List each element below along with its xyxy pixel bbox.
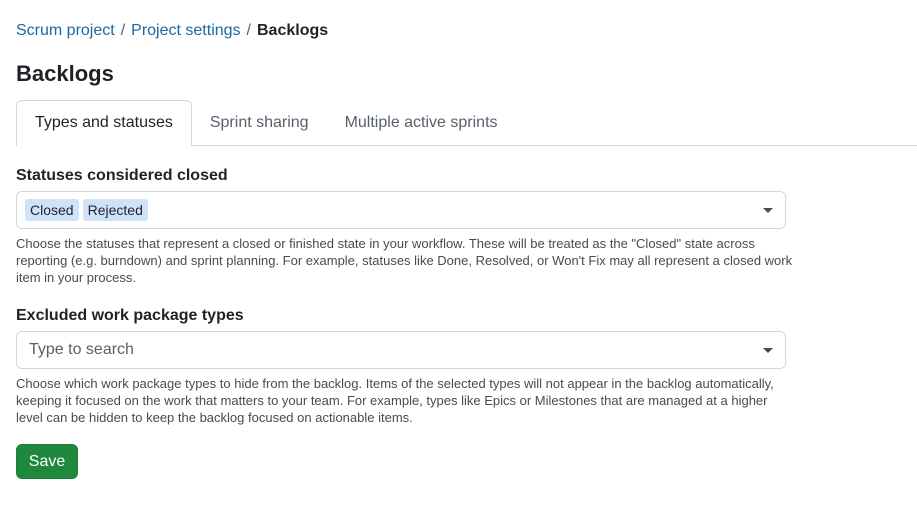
closed-statuses-help: Choose the statuses that represent a clo…	[16, 236, 793, 285]
breadcrumb: Scrum project / Project settings / Backlogs	[16, 21, 328, 41]
page-title: Backlogs	[16, 61, 114, 86]
save-button[interactable]: Save	[16, 444, 78, 479]
status-chip-rejected[interactable]: Rejected	[82, 199, 148, 221]
chevron-down-icon[interactable]	[763, 348, 773, 353]
chevron-down-icon[interactable]	[763, 208, 773, 213]
breadcrumb-project-link[interactable]: Scrum project	[16, 22, 115, 39]
breadcrumb-separator: /	[246, 22, 251, 39]
tab-sprint-sharing[interactable]: Sprint sharing	[192, 101, 327, 145]
excluded-types-search-input[interactable]: Type to search	[25, 341, 134, 359]
tab-bar: Types and statuses Sprint sharing Multip…	[16, 100, 917, 146]
breadcrumb-separator: /	[120, 22, 126, 39]
closed-statuses-select[interactable]: Closed Rejected	[16, 191, 786, 229]
tab-types-and-statuses[interactable]: Types and statuses	[16, 100, 192, 146]
excluded-types-help: Choose which work package types to hide …	[16, 376, 774, 425]
breadcrumb-current: Backlogs	[257, 22, 329, 39]
status-chip-closed[interactable]: Closed	[25, 199, 79, 221]
closed-statuses-label: Statuses considered closed	[16, 167, 228, 184]
excluded-types-select[interactable]: Type to search	[16, 331, 786, 369]
excluded-types-label: Excluded work package types	[16, 307, 244, 324]
tab-multiple-active-sprints[interactable]: Multiple active sprints	[327, 101, 516, 145]
breadcrumb-settings-link[interactable]: Project settings	[131, 22, 240, 39]
